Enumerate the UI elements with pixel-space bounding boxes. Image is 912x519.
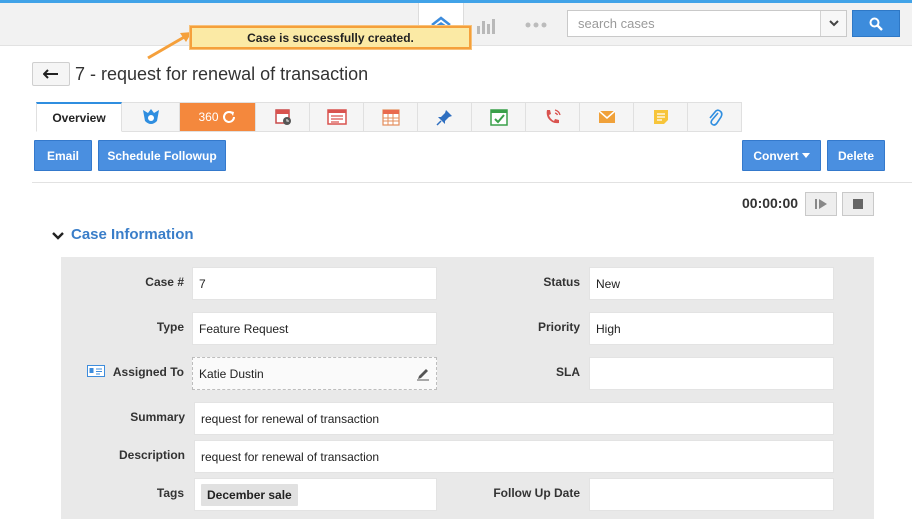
tags-label: Tags [156,486,184,500]
play-icon [815,199,827,209]
timer-display: 00:00:00 [742,195,799,211]
collapse-chevron-icon[interactable] [52,231,64,241]
nav-more-tab[interactable] [518,3,554,46]
tab-emails[interactable] [580,102,634,132]
nav-reports-tab[interactable] [468,3,504,46]
follow-up-date-label: Follow Up Date [493,486,580,500]
tags-field: December sale [194,478,437,511]
tab-360-label: 360 [198,110,219,124]
assigned-to-label: Assigned To [112,365,184,379]
tab-pinned[interactable] [418,102,472,132]
follow-up-date-field [589,478,834,511]
tab-notes[interactable] [634,102,688,132]
more-dots-icon [525,22,547,27]
pin-icon [435,110,452,126]
search-icon [869,17,883,31]
tab-overview[interactable]: Overview [36,102,122,132]
sla-field [589,357,834,390]
search-input[interactable] [568,11,820,36]
contact-card-icon [87,365,105,377]
chevron-down-icon [828,20,839,27]
toast-message: Case is successfully created. [247,30,414,45]
case-number-field: 7 [192,267,437,300]
record-tabs: Overview 360 [36,102,742,132]
status-label: Status [543,275,580,289]
list-card-icon [326,109,347,125]
tab-sales-rep[interactable] [122,102,180,132]
type-field: Feature Request [192,312,437,345]
email-icon [598,110,615,123]
calendar-icon [381,109,400,126]
tag-chip[interactable]: December sale [201,483,298,506]
case-number-label: Case # [145,275,184,289]
convert-button-label: Convert [753,148,799,163]
calendar-clock-icon [274,109,291,125]
description-label: Description [118,448,185,462]
delete-button[interactable]: Delete [827,140,885,171]
timer-play-button[interactable] [805,192,837,216]
timer-stop-button[interactable] [842,192,874,216]
back-button[interactable] [32,62,70,86]
schedule-followup-button[interactable]: Schedule Followup [98,140,226,171]
tab-events[interactable] [256,102,310,132]
assigned-to-field[interactable]: Katie Dustin [192,357,437,390]
toast-pointer-arrow-icon [147,32,192,60]
page-title: 7 - request for renewal of transaction [75,64,369,84]
task-check-icon [489,109,508,126]
priority-label: Priority [537,320,580,334]
assigned-to-value: Katie Dustin [199,366,264,381]
stop-icon [853,199,863,209]
section-title[interactable]: Case Information [71,226,194,243]
type-label: Type [156,320,184,334]
status-field: New [589,267,834,300]
refresh-icon [222,111,235,123]
search-button[interactable] [852,10,900,37]
note-icon [653,110,668,124]
tab-calendar[interactable] [364,102,418,132]
tab-calls[interactable] [526,102,580,132]
search-box [567,10,847,37]
paperclip-icon [708,109,723,126]
pencil-edit-icon[interactable] [416,367,430,381]
tab-details[interactable] [310,102,364,132]
phone-call-icon [546,109,561,124]
bar-chart-icon [477,18,495,34]
success-toast: Case is successfully created. [190,26,471,49]
summary-field: request for renewal of transaction [194,402,834,435]
sla-label: SLA [556,365,580,379]
tab-360[interactable]: 360 [180,102,256,132]
tab-overview-label: Overview [52,110,106,125]
header-divider [32,182,912,183]
priority-field: High [589,312,834,345]
search-scope-dropdown[interactable] [820,11,846,36]
sales-rep-icon [142,109,159,124]
summary-label: Summary [130,410,185,424]
caret-down-icon [801,153,810,158]
tab-attachments[interactable] [688,102,742,132]
convert-button[interactable]: Convert [742,140,821,171]
back-arrow-icon [43,69,58,79]
description-field: request for renewal of transaction [194,440,834,473]
email-button[interactable]: Email [34,140,92,171]
tab-tasks[interactable] [472,102,526,132]
